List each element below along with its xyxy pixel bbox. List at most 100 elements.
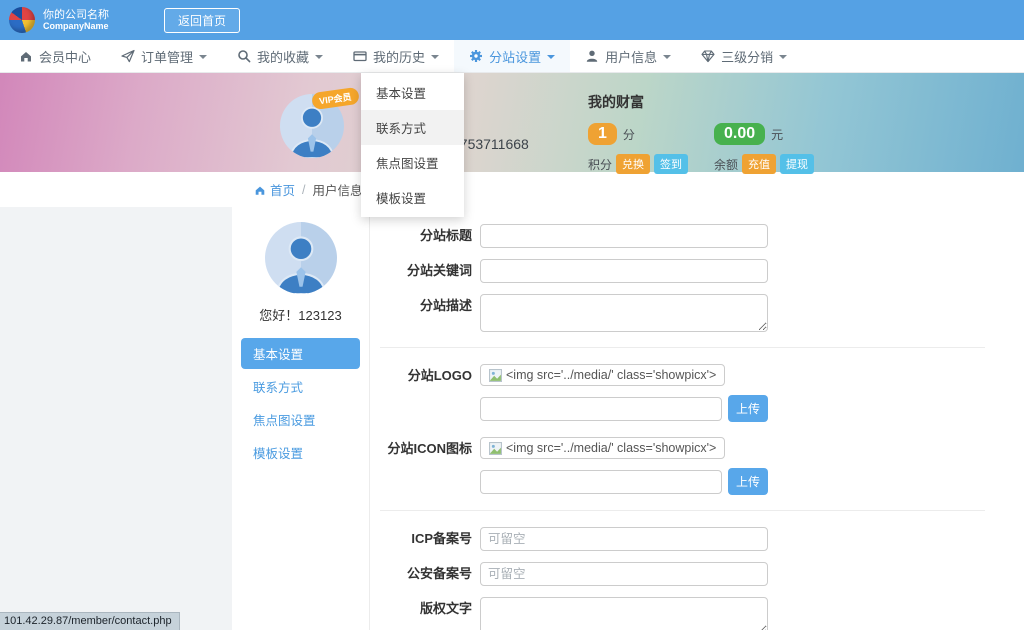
gem-icon	[701, 49, 715, 63]
exchange-button[interactable]: 兑换	[616, 154, 650, 174]
icp-input[interactable]	[480, 527, 768, 551]
chevron-down-icon	[547, 55, 555, 59]
points-value: 1	[588, 123, 617, 145]
sidebar-avatar	[265, 222, 337, 294]
broken-image-icon	[489, 369, 502, 382]
site-desc-textarea[interactable]	[480, 294, 768, 332]
home-icon	[19, 49, 33, 63]
nav-item-label: 我的收藏	[257, 47, 309, 66]
section-divider	[380, 510, 985, 511]
recharge-button[interactable]: 充值	[742, 154, 776, 174]
back-home-button[interactable]: 返回首页	[164, 8, 240, 33]
dropdown-item-focus-image[interactable]: 焦点图设置	[361, 145, 464, 180]
breadcrumb-separator: /	[302, 183, 305, 197]
nav-item-site-settings[interactable]: 分站设置	[454, 40, 570, 72]
dropdown-item-template[interactable]: 模板设置	[361, 180, 464, 215]
link-status-bar: 101.42.29.87/member/contact.php	[0, 612, 180, 630]
breadcrumb-home-label: 首页	[270, 180, 295, 199]
balance-label: 余额	[714, 156, 738, 173]
site-title-input[interactable]	[480, 224, 768, 248]
nav-item-distribution[interactable]: 三级分销	[686, 40, 802, 72]
vip-badge: VIP会员	[311, 87, 359, 110]
nav-item-label: 三级分销	[721, 47, 773, 66]
balance-unit: 元	[771, 126, 783, 143]
user-icon	[585, 49, 599, 63]
dropdown-item-contact[interactable]: 联系方式	[361, 110, 464, 145]
withdraw-button[interactable]: 提现	[780, 154, 814, 174]
site-logo-file-input[interactable]	[480, 397, 722, 421]
company-name-en: CompanyName	[43, 21, 109, 31]
chevron-down-icon	[431, 55, 439, 59]
site-desc-label: 分站描述	[380, 294, 480, 318]
home-icon	[254, 184, 266, 196]
breadcrumb-home-link[interactable]: 首页	[254, 180, 295, 199]
banner-avatar: VIP会员	[280, 94, 344, 158]
site-logo-preview: <img src='../media/' class='showpicx'>	[480, 364, 725, 386]
chevron-down-icon	[315, 55, 323, 59]
main-area: 您好！123123 基本设置 联系方式 焦点图设置 模板设置 分站标题 分站关键…	[0, 207, 1024, 630]
site-logo-upload-group: 上传	[480, 395, 768, 422]
police-record-label: 公安备案号	[380, 562, 480, 586]
search-icon	[237, 49, 251, 63]
sidebar-item-basic-settings[interactable]: 基本设置	[241, 338, 360, 369]
left-gutter	[0, 207, 232, 630]
company-name: 你的公司名称	[43, 9, 109, 22]
content-card: 您好！123123 基本设置 联系方式 焦点图设置 模板设置 分站标题 分站关键…	[232, 207, 1024, 630]
nav-item-label: 分站设置	[489, 47, 541, 66]
points-label: 积分	[588, 156, 612, 173]
chevron-down-icon	[663, 55, 671, 59]
nav-item-order-management[interactable]: 订单管理	[106, 40, 222, 72]
sidebar-item-template[interactable]: 模板设置	[241, 437, 360, 468]
checkin-button[interactable]: 签到	[654, 154, 688, 174]
gear-icon	[469, 49, 483, 63]
site-icon-broken-text: <img src='../media/' class='showpicx'>	[506, 441, 716, 455]
site-logo-label: 分站LOGO	[380, 364, 480, 388]
sidebar-item-focus-image[interactable]: 焦点图设置	[241, 404, 360, 435]
breadcrumb: 首页 / 用户信息 / 基本设置	[0, 172, 1024, 207]
nav-item-member-center[interactable]: 会员中心	[4, 40, 106, 72]
site-icon-upload-group: 上传	[480, 468, 768, 495]
site-icon-file-input[interactable]	[480, 470, 722, 494]
balance-value: 0.00	[714, 123, 765, 145]
police-record-input[interactable]	[480, 562, 768, 586]
chevron-down-icon	[779, 55, 787, 59]
top-bar: 你的公司名称 CompanyName 返回首页	[0, 0, 1024, 40]
wealth-title: 我的财富	[588, 92, 814, 112]
icp-label: ICP备案号	[380, 527, 480, 551]
main-nav: 会员中心 订单管理 我的收藏 我的历史 分站设置 用户信息 三级分销	[0, 40, 1024, 73]
settings-sidebar: 您好！123123 基本设置 联系方式 焦点图设置 模板设置	[232, 207, 370, 630]
points-block: 1 分 积分 兑换 签到	[588, 123, 688, 174]
copyright-label: 版权文字	[380, 597, 480, 621]
nav-item-label: 用户信息	[605, 47, 657, 66]
user-greeting: 您好！123123	[232, 305, 369, 324]
nav-item-my-favorites[interactable]: 我的收藏	[222, 40, 338, 72]
wealth-panel: 我的财富 1 分 积分 兑换 签到 0.00 元 余额	[588, 92, 814, 174]
site-icon-preview: <img src='../media/' class='showpicx'>	[480, 437, 725, 459]
dropdown-item-basic-settings[interactable]: 基本设置	[361, 75, 464, 110]
site-keywords-label: 分站关键词	[380, 259, 480, 283]
nav-item-label: 我的历史	[373, 47, 425, 66]
nav-item-label: 订单管理	[141, 47, 193, 66]
credit-card-icon	[353, 49, 367, 63]
profile-banner: VIP会员 3753711668 我的财富 1 分 积分 兑换 签到 0.00 …	[0, 73, 1024, 172]
broken-image-icon	[489, 442, 502, 455]
site-title-label: 分站标题	[380, 224, 480, 248]
site-keywords-input[interactable]	[480, 259, 768, 283]
nav-item-my-history[interactable]: 我的历史	[338, 40, 454, 72]
sidebar-item-contact[interactable]: 联系方式	[241, 371, 360, 402]
company-logo	[9, 7, 35, 33]
site-icon-label: 分站ICON图标	[380, 437, 480, 461]
site-logo-broken-text: <img src='../media/' class='showpicx'>	[506, 368, 716, 382]
sidebar-menu: 基本设置 联系方式 焦点图设置 模板设置	[241, 338, 360, 468]
balance-block: 0.00 元 余额 充值 提现	[714, 123, 814, 174]
basic-settings-form: 分站标题 分站关键词 分站描述 分站LOGO <img src='../medi…	[370, 207, 1024, 630]
chevron-down-icon	[199, 55, 207, 59]
site-icon-upload-button[interactable]: 上传	[728, 468, 768, 495]
site-logo-upload-button[interactable]: 上传	[728, 395, 768, 422]
company-name-block: 你的公司名称 CompanyName	[43, 9, 109, 32]
copyright-textarea[interactable]	[480, 597, 768, 630]
nav-item-user-info[interactable]: 用户信息	[570, 40, 686, 72]
site-settings-dropdown: 基本设置 联系方式 焦点图设置 模板设置	[361, 73, 464, 217]
paper-plane-icon	[121, 49, 135, 63]
nav-item-label: 会员中心	[39, 47, 91, 66]
